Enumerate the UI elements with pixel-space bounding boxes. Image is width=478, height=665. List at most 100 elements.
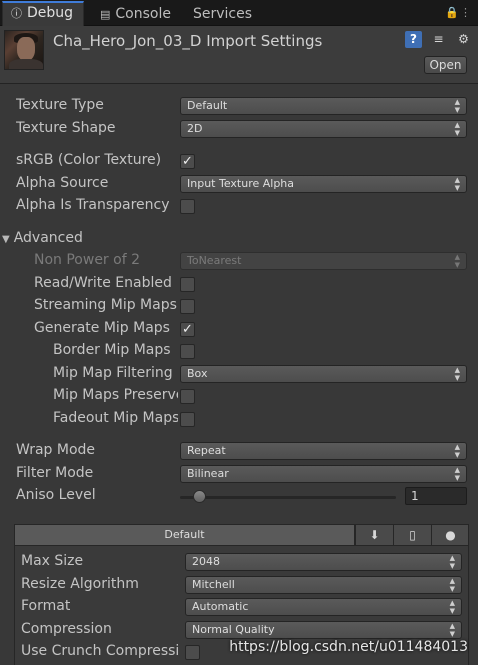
tab-bar: ⓘ Debug ▤ Console Services 🔒⋮ — [0, 0, 478, 26]
row-generate-mips: Generate Mip Maps ✓ — [0, 318, 478, 340]
non-power-of-2-label: Non Power of 2 — [34, 252, 140, 268]
advanced-label: Advanced — [13, 230, 83, 246]
row-aniso-level: Aniso Level 1 — [0, 485, 478, 507]
dropdown-arrows-icon: ▲ ▼ — [454, 443, 460, 459]
gear-icon[interactable]: ⚙ — [455, 31, 472, 48]
row-texture-shape: Texture Shape 2D ▲ ▼ — [0, 118, 478, 140]
row-compression: Compression Normal Quality ▲ ▼ — [0, 619, 478, 641]
mip-filtering-value: Box — [187, 367, 208, 380]
streaming-mips-checkbox[interactable] — [180, 299, 195, 314]
generate-mips-checkbox[interactable]: ✓ — [180, 322, 195, 337]
aniso-level-field[interactable]: 1 — [405, 487, 467, 505]
srgb-label: sRGB (Color Texture) — [16, 152, 162, 168]
alpha-source-value: Input Texture Alpha — [187, 177, 295, 190]
row-format: Format Automatic ▲ ▼ — [0, 596, 478, 618]
max-size-dropdown[interactable]: 2048 ▲ ▼ — [185, 553, 462, 571]
compression-dropdown[interactable]: Normal Quality ▲ ▼ — [185, 621, 462, 639]
alpha-source-label: Alpha Source — [16, 175, 109, 191]
console-icon: ▤ — [100, 8, 111, 21]
alpha-transparency-label: Alpha Is Transparency — [16, 197, 170, 213]
texture-type-value: Default — [187, 99, 228, 112]
tab-services[interactable]: Services — [193, 2, 252, 26]
resize-algorithm-value: Mitchell — [192, 578, 235, 591]
row-alpha-source: Alpha Source Input Texture Alpha ▲ ▼ — [0, 173, 478, 195]
row-streaming-mips: Streaming Mip Maps — [0, 295, 478, 317]
non-power-of-2-dropdown: ToNearest ▲ ▼ — [180, 252, 467, 270]
format-value: Automatic — [192, 600, 249, 613]
row-read-write: Read/Write Enabled — [0, 273, 478, 295]
read-write-label: Read/Write Enabled — [34, 275, 172, 291]
dropdown-arrows-icon: ▲ ▼ — [449, 599, 455, 615]
format-label: Format — [21, 598, 71, 614]
dropdown-arrows-icon: ▲ ▼ — [449, 577, 455, 593]
platform-tabs: Default ⬇ ▯ ● — [14, 524, 469, 546]
android-icon[interactable]: ● — [431, 525, 469, 545]
dropdown-arrows-icon: ▲ ▼ — [449, 622, 455, 638]
advanced-foldout-header: ▼ Advanced — [2, 230, 83, 246]
mobile-icon[interactable]: ▯ — [393, 525, 431, 545]
mip-filtering-label: Mip Map Filtering — [53, 365, 173, 381]
help-icon[interactable]: ? — [405, 31, 422, 48]
format-dropdown[interactable]: Automatic ▲ ▼ — [185, 598, 462, 616]
dropdown-arrows-icon: ▲ ▼ — [454, 176, 460, 192]
tab-debug-label: Debug — [27, 5, 74, 21]
texture-shape-value: 2D — [187, 122, 203, 135]
crunch-label: Use Crunch Compressi — [21, 643, 180, 659]
advanced-foldout[interactable]: ▼ Advanced — [0, 228, 478, 250]
filter-mode-value: Bilinear — [187, 467, 229, 480]
row-mip-filtering: Mip Map Filtering Box ▲ ▼ — [0, 363, 478, 385]
row-mips-preserve: Mip Maps Preserve — [0, 385, 478, 407]
streaming-mips-label: Streaming Mip Maps — [34, 297, 177, 313]
texture-type-dropdown[interactable]: Default ▲ ▼ — [180, 97, 467, 115]
mips-preserve-label: Mip Maps Preserve — [53, 387, 178, 403]
resize-algorithm-dropdown[interactable]: Mitchell ▲ ▼ — [185, 576, 462, 594]
row-alpha-transparency: Alpha Is Transparency — [0, 195, 478, 217]
aniso-level-slider-handle[interactable] — [192, 490, 206, 503]
mips-preserve-checkbox[interactable] — [180, 389, 195, 404]
chevron-down-icon: ▼ — [2, 234, 10, 245]
border-mips-checkbox[interactable] — [180, 344, 195, 359]
mip-filtering-dropdown[interactable]: Box ▲ ▼ — [180, 365, 467, 383]
info-icon: ⓘ — [11, 7, 22, 20]
dropdown-arrows-icon: ▲ ▼ — [454, 253, 460, 269]
download-icon[interactable]: ⬇ — [355, 525, 393, 545]
tab-services-label: Services — [193, 6, 253, 22]
row-filter-mode: Filter Mode Bilinear ▲ ▼ — [0, 463, 478, 485]
alpha-source-dropdown[interactable]: Input Texture Alpha ▲ ▼ — [180, 175, 467, 193]
fadeout-mips-checkbox[interactable] — [180, 412, 195, 427]
tab-console[interactable]: ▤ Console — [100, 2, 171, 26]
border-mips-label: Border Mip Maps — [53, 342, 171, 358]
resize-algorithm-label: Resize Algorithm — [21, 576, 139, 592]
row-non-power-of-2: Non Power of 2 ToNearest ▲ ▼ — [0, 250, 478, 272]
filter-mode-dropdown[interactable]: Bilinear ▲ ▼ — [180, 465, 467, 483]
read-write-checkbox[interactable] — [180, 277, 195, 292]
row-fadeout-mips: Fadeout Mip Maps — [0, 408, 478, 430]
header-icons: ? ≡ ⚙ — [405, 31, 472, 48]
srgb-checkbox[interactable]: ✓ — [180, 154, 195, 169]
wrap-mode-label: Wrap Mode — [16, 442, 96, 458]
preset-icon[interactable]: ≡ — [430, 31, 447, 48]
watermark: https://blog.csdn.net/u011484013 — [229, 639, 468, 655]
platform-tab-default[interactable]: Default — [15, 525, 355, 545]
max-size-value: 2048 — [192, 555, 220, 568]
crunch-checkbox[interactable] — [185, 645, 200, 660]
dropdown-arrows-icon: ▲ ▼ — [454, 466, 460, 482]
tab-debug[interactable]: ⓘ Debug — [2, 1, 85, 26]
texture-type-label: Texture Type — [16, 97, 104, 113]
aniso-level-slider[interactable] — [180, 496, 396, 499]
tab-menu-icon[interactable]: 🔒⋮ — [445, 6, 472, 19]
inspector-header: Cha_Hero_Jon_03_D Import Settings ? ≡ ⚙ … — [0, 26, 478, 84]
texture-shape-label: Texture Shape — [16, 120, 116, 136]
wrap-mode-dropdown[interactable]: Repeat ▲ ▼ — [180, 442, 467, 460]
open-button[interactable]: Open — [424, 56, 467, 74]
fadeout-mips-label: Fadeout Mip Maps — [53, 410, 178, 426]
generate-mips-label: Generate Mip Maps — [34, 320, 170, 336]
row-border-mips: Border Mip Maps — [0, 340, 478, 362]
alpha-transparency-checkbox[interactable] — [180, 199, 195, 214]
dropdown-arrows-icon: ▲ ▼ — [454, 121, 460, 137]
compression-value: Normal Quality — [192, 623, 275, 636]
tab-console-label: Console — [115, 6, 171, 22]
dropdown-arrows-icon: ▲ ▼ — [454, 98, 460, 114]
texture-shape-dropdown[interactable]: 2D ▲ ▼ — [180, 120, 467, 138]
dropdown-arrows-icon: ▲ ▼ — [454, 366, 460, 382]
